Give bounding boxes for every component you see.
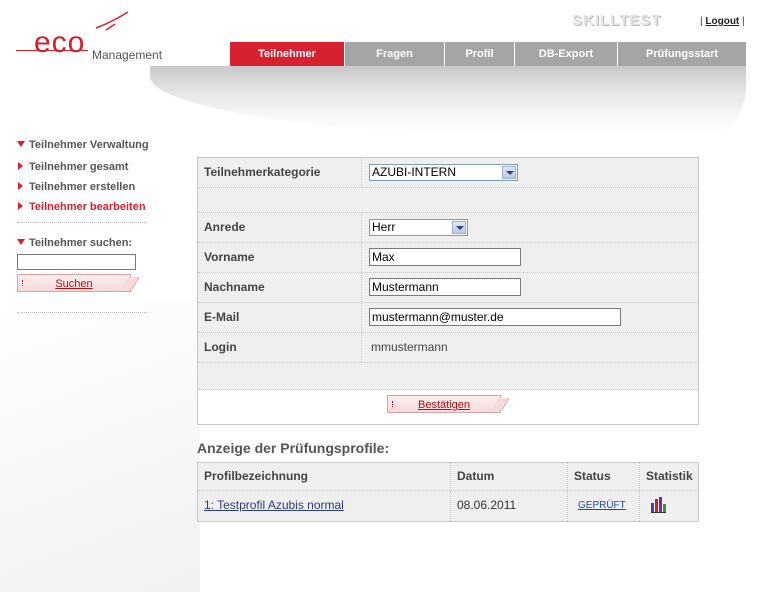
column-header-status: Status — [568, 463, 640, 490]
triangle-right-icon — [18, 202, 23, 210]
profile-name-link[interactable]: 1: Testprofil Azubis normal — [204, 498, 344, 512]
form-row-salutation: Anrede Herr — [198, 213, 698, 243]
table-header-row: Profilbezeichnung Datum Status Statistik — [198, 463, 698, 490]
separator: | — [700, 16, 703, 27]
confirm-button[interactable]: Bestätigen — [387, 395, 501, 413]
firstname-label: Vorname — [198, 243, 362, 272]
category-select[interactable]: AZUBI-INTERN — [369, 164, 518, 181]
profile-statistics-cell — [640, 491, 698, 521]
logo-eco-text: eco — [34, 26, 86, 59]
column-header-datum: Datum — [451, 463, 568, 490]
sidebar-swoosh-decoration — [0, 300, 200, 592]
firstname-input[interactable]: Max — [369, 248, 521, 266]
form-row-category: Teilnehmerkategorie AZUBI-INTERN — [198, 158, 698, 188]
triangle-right-icon — [18, 182, 23, 190]
email-input[interactable]: mustermann@muster.de — [369, 308, 621, 326]
form-spacer-row — [198, 363, 698, 390]
sidebar-item-teilnehmer-gesamt[interactable]: Teilnehmer gesamt — [17, 160, 177, 180]
triangle-right-icon — [18, 162, 23, 170]
sidebar-item-teilnehmer-bearbeiten[interactable]: Teilnehmer bearbeiten — [17, 200, 177, 220]
profile-date: 08.06.2011 — [451, 491, 568, 521]
profiles-table: Profilbezeichnung Datum Status Statistik… — [197, 462, 699, 522]
chevron-down-icon — [502, 166, 516, 179]
tab-db-export[interactable]: DB-Export — [515, 42, 618, 66]
logo-management-text: Management — [92, 48, 163, 62]
profiles-title: Anzeige der Prüfungsprofile: — [197, 440, 390, 456]
tab-pruefungsstart[interactable]: Prüfungsstart — [618, 42, 746, 66]
form-row-email: E-Mail mustermann@muster.de — [198, 303, 698, 333]
sidebar: Teilnehmer Verwaltung Teilnehmer gesamt … — [17, 138, 177, 220]
search-heading-label: Teilnehmer suchen: — [29, 237, 133, 249]
header-swoosh-decoration — [150, 66, 746, 136]
tab-fragen[interactable]: Fragen — [345, 42, 445, 66]
triangle-down-icon — [17, 239, 25, 245]
confirm-button-label: Bestätigen — [418, 399, 470, 411]
triangle-down-icon — [17, 141, 25, 147]
chevron-down-icon — [452, 221, 466, 234]
form-row-login: Login mmustermann — [198, 333, 698, 363]
email-label: E-Mail — [198, 303, 362, 332]
table-row: 1: Testprofil Azubis normal 08.06.2011 G… — [198, 490, 698, 521]
form-row-lastname: Nachname Mustermann — [198, 273, 698, 303]
sidebar-item-label: Teilnehmer gesamt — [29, 161, 129, 173]
login-label: Login — [198, 333, 362, 362]
category-label: Teilnehmerkategorie — [198, 158, 362, 187]
sidebar-item-label: Teilnehmer erstellen — [29, 181, 136, 193]
category-select-value: AZUBI-INTERN — [372, 165, 456, 179]
search-button-label: Suchen — [55, 278, 93, 290]
salutation-label: Anrede — [198, 213, 362, 242]
profile-status-cell: GEPRÜFT — [568, 491, 640, 521]
bar-chart-icon[interactable] — [651, 496, 666, 513]
logout-link[interactable]: Logout — [705, 16, 739, 27]
main-nav: Teilnehmer Fragen Profil DB-Export Prüfu… — [230, 42, 746, 66]
skilltest-wordmark: SKILLTEST — [572, 12, 662, 29]
sidebar-search-heading[interactable]: Teilnehmer suchen: — [17, 236, 177, 256]
sidebar-section-verwaltung[interactable]: Teilnehmer Verwaltung — [17, 138, 177, 158]
top-links: | Logout | — [700, 16, 745, 27]
form-row-firstname: Vorname Max — [198, 243, 698, 273]
salutation-select[interactable]: Herr — [369, 219, 468, 236]
salutation-select-value: Herr — [372, 220, 396, 234]
status-link[interactable]: GEPRÜFT — [578, 500, 626, 511]
sidebar-item-label: Teilnehmer bearbeiten — [29, 201, 146, 213]
column-header-statistik: Statistik — [646, 469, 693, 483]
search-button[interactable]: Suchen — [17, 274, 131, 292]
sidebar-search-section: Teilnehmer suchen: — [17, 236, 177, 256]
sidebar-divider — [17, 312, 147, 313]
lastname-input[interactable]: Mustermann — [369, 278, 521, 296]
form-button-row: Bestätigen — [198, 390, 698, 424]
separator: | — [742, 16, 745, 27]
sidebar-section-label: Teilnehmer Verwaltung — [29, 139, 149, 151]
tab-teilnehmer[interactable]: Teilnehmer — [230, 42, 345, 66]
eco-management-logo: eco Management — [14, 10, 174, 70]
tab-profil[interactable]: Profil — [445, 42, 515, 66]
participant-form: Teilnehmerkategorie AZUBI-INTERN Anrede … — [197, 157, 699, 425]
search-input[interactable] — [17, 254, 136, 270]
lastname-label: Nachname — [198, 273, 362, 302]
sidebar-item-teilnehmer-erstellen[interactable]: Teilnehmer erstellen — [17, 180, 177, 200]
form-spacer-row — [198, 188, 698, 213]
login-value: mmustermann — [371, 340, 448, 354]
sidebar-divider — [17, 222, 147, 223]
column-header-profilbezeichnung: Profilbezeichnung — [198, 463, 451, 490]
profile-name-cell: 1: Testprofil Azubis normal — [198, 491, 451, 521]
